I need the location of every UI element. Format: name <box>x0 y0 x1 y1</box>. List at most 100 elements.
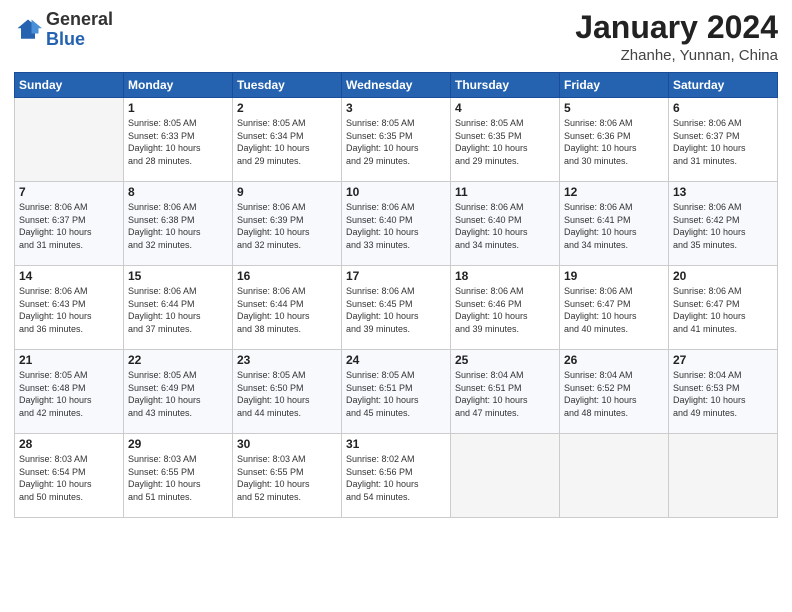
col-header-monday: Monday <box>124 73 233 98</box>
day-number: 11 <box>455 185 555 199</box>
day-number: 12 <box>564 185 664 199</box>
day-number: 18 <box>455 269 555 283</box>
day-info: Sunrise: 8:05 AM Sunset: 6:49 PM Dayligh… <box>128 369 228 419</box>
logo-general-text: General <box>46 9 113 29</box>
day-number: 15 <box>128 269 228 283</box>
calendar-cell: 19 Sunrise: 8:06 AM Sunset: 6:47 PM Dayli… <box>560 266 669 350</box>
logo-text: General Blue <box>46 10 113 50</box>
calendar-cell <box>15 98 124 182</box>
day-number: 16 <box>237 269 337 283</box>
day-info: Sunrise: 8:05 AM Sunset: 6:51 PM Dayligh… <box>346 369 446 419</box>
calendar-cell: 8 Sunrise: 8:06 AM Sunset: 6:38 PM Daylig… <box>124 182 233 266</box>
day-info: Sunrise: 8:04 AM Sunset: 6:51 PM Dayligh… <box>455 369 555 419</box>
day-number: 25 <box>455 353 555 367</box>
calendar-cell: 21 Sunrise: 8:05 AM Sunset: 6:48 PM Dayli… <box>15 350 124 434</box>
day-number: 7 <box>19 185 119 199</box>
day-number: 20 <box>673 269 773 283</box>
day-number: 6 <box>673 101 773 115</box>
calendar-cell: 5Sunrise: 8:06 AM Sunset: 6:36 PM Daylig… <box>560 98 669 182</box>
day-number: 19 <box>564 269 664 283</box>
day-info: Sunrise: 8:06 AM Sunset: 6:37 PM Dayligh… <box>673 117 773 167</box>
header: General Blue January 2024 Zhanhe, Yunnan… <box>14 10 778 64</box>
day-info: Sunrise: 8:06 AM Sunset: 6:44 PM Dayligh… <box>128 285 228 335</box>
calendar-cell: 27Sunrise: 8:04 AM Sunset: 6:53 PM Dayli… <box>669 350 778 434</box>
day-number: 10 <box>346 185 446 199</box>
day-info: Sunrise: 8:06 AM Sunset: 6:40 PM Dayligh… <box>346 201 446 251</box>
calendar-cell: 3 Sunrise: 8:05 AM Sunset: 6:35 PM Daylig… <box>342 98 451 182</box>
month-title: January 2024 <box>575 10 778 45</box>
calendar-week-3: 21 Sunrise: 8:05 AM Sunset: 6:48 PM Dayli… <box>15 350 778 434</box>
day-info: Sunrise: 8:03 AM Sunset: 6:55 PM Dayligh… <box>128 453 228 503</box>
day-number: 9 <box>237 185 337 199</box>
title-block: January 2024 Zhanhe, Yunnan, China <box>575 10 778 64</box>
calendar-cell: 31 Sunrise: 8:02 AM Sunset: 6:56 PM Dayli… <box>342 434 451 518</box>
day-number: 17 <box>346 269 446 283</box>
col-header-sunday: Sunday <box>15 73 124 98</box>
calendar-cell: 16Sunrise: 8:06 AM Sunset: 6:44 PM Dayli… <box>233 266 342 350</box>
day-info: Sunrise: 8:06 AM Sunset: 6:45 PM Dayligh… <box>346 285 446 335</box>
calendar-cell: 14 Sunrise: 8:06 AM Sunset: 6:43 PM Dayli… <box>15 266 124 350</box>
day-number: 8 <box>128 185 228 199</box>
logo: General Blue <box>14 10 113 50</box>
logo-icon <box>14 16 42 44</box>
calendar-cell: 23Sunrise: 8:05 AM Sunset: 6:50 PM Dayli… <box>233 350 342 434</box>
day-number: 30 <box>237 437 337 451</box>
calendar-cell: 10 Sunrise: 8:06 AM Sunset: 6:40 PM Dayli… <box>342 182 451 266</box>
day-number: 23 <box>237 353 337 367</box>
calendar-week-2: 14 Sunrise: 8:06 AM Sunset: 6:43 PM Dayli… <box>15 266 778 350</box>
day-number: 13 <box>673 185 773 199</box>
day-info: Sunrise: 8:06 AM Sunset: 6:47 PM Dayligh… <box>673 285 773 335</box>
calendar-cell: 7 Sunrise: 8:06 AM Sunset: 6:37 PM Daylig… <box>15 182 124 266</box>
day-info: Sunrise: 8:06 AM Sunset: 6:38 PM Dayligh… <box>128 201 228 251</box>
col-header-wednesday: Wednesday <box>342 73 451 98</box>
day-info: Sunrise: 8:05 AM Sunset: 6:48 PM Dayligh… <box>19 369 119 419</box>
day-number: 24 <box>346 353 446 367</box>
calendar-cell: 18 Sunrise: 8:06 AM Sunset: 6:46 PM Dayli… <box>451 266 560 350</box>
day-number: 3 <box>346 101 446 115</box>
col-header-friday: Friday <box>560 73 669 98</box>
day-number: 28 <box>19 437 119 451</box>
calendar-cell: 22 Sunrise: 8:05 AM Sunset: 6:49 PM Dayli… <box>124 350 233 434</box>
day-number: 21 <box>19 353 119 367</box>
calendar-cell: 2 Sunrise: 8:05 AM Sunset: 6:34 PM Daylig… <box>233 98 342 182</box>
day-info: Sunrise: 8:06 AM Sunset: 6:47 PM Dayligh… <box>564 285 664 335</box>
calendar-cell: 25 Sunrise: 8:04 AM Sunset: 6:51 PM Dayli… <box>451 350 560 434</box>
calendar-week-1: 7 Sunrise: 8:06 AM Sunset: 6:37 PM Daylig… <box>15 182 778 266</box>
page: General Blue January 2024 Zhanhe, Yunnan… <box>0 0 792 612</box>
day-info: Sunrise: 8:06 AM Sunset: 6:46 PM Dayligh… <box>455 285 555 335</box>
day-number: 22 <box>128 353 228 367</box>
day-info: Sunrise: 8:05 AM Sunset: 6:35 PM Dayligh… <box>346 117 446 167</box>
location-title: Zhanhe, Yunnan, China <box>575 47 778 64</box>
day-info: Sunrise: 8:03 AM Sunset: 6:54 PM Dayligh… <box>19 453 119 503</box>
day-info: Sunrise: 8:06 AM Sunset: 6:41 PM Dayligh… <box>564 201 664 251</box>
day-info: Sunrise: 8:06 AM Sunset: 6:42 PM Dayligh… <box>673 201 773 251</box>
calendar-week-4: 28 Sunrise: 8:03 AM Sunset: 6:54 PM Dayli… <box>15 434 778 518</box>
calendar-cell <box>451 434 560 518</box>
day-number: 31 <box>346 437 446 451</box>
day-info: Sunrise: 8:05 AM Sunset: 6:33 PM Dayligh… <box>128 117 228 167</box>
day-info: Sunrise: 8:06 AM Sunset: 6:43 PM Dayligh… <box>19 285 119 335</box>
day-number: 14 <box>19 269 119 283</box>
day-info: Sunrise: 8:06 AM Sunset: 6:37 PM Dayligh… <box>19 201 119 251</box>
day-number: 2 <box>237 101 337 115</box>
calendar-cell: 4Sunrise: 8:05 AM Sunset: 6:35 PM Daylig… <box>451 98 560 182</box>
calendar-table: SundayMondayTuesdayWednesdayThursdayFrid… <box>14 72 778 518</box>
day-number: 27 <box>673 353 773 367</box>
logo-blue-text: Blue <box>46 29 85 49</box>
calendar-header-row: SundayMondayTuesdayWednesdayThursdayFrid… <box>15 73 778 98</box>
day-info: Sunrise: 8:02 AM Sunset: 6:56 PM Dayligh… <box>346 453 446 503</box>
day-info: Sunrise: 8:05 AM Sunset: 6:34 PM Dayligh… <box>237 117 337 167</box>
day-info: Sunrise: 8:05 AM Sunset: 6:35 PM Dayligh… <box>455 117 555 167</box>
calendar-cell: 12 Sunrise: 8:06 AM Sunset: 6:41 PM Dayli… <box>560 182 669 266</box>
day-info: Sunrise: 8:04 AM Sunset: 6:52 PM Dayligh… <box>564 369 664 419</box>
calendar-cell: 24 Sunrise: 8:05 AM Sunset: 6:51 PM Dayli… <box>342 350 451 434</box>
col-header-saturday: Saturday <box>669 73 778 98</box>
calendar-cell: 6 Sunrise: 8:06 AM Sunset: 6:37 PM Daylig… <box>669 98 778 182</box>
calendar-cell: 1 Sunrise: 8:05 AM Sunset: 6:33 PM Daylig… <box>124 98 233 182</box>
day-number: 29 <box>128 437 228 451</box>
calendar-week-0: 1 Sunrise: 8:05 AM Sunset: 6:33 PM Daylig… <box>15 98 778 182</box>
calendar-cell <box>560 434 669 518</box>
calendar-cell: 11Sunrise: 8:06 AM Sunset: 6:40 PM Dayli… <box>451 182 560 266</box>
day-number: 1 <box>128 101 228 115</box>
calendar-cell: 28 Sunrise: 8:03 AM Sunset: 6:54 PM Dayli… <box>15 434 124 518</box>
